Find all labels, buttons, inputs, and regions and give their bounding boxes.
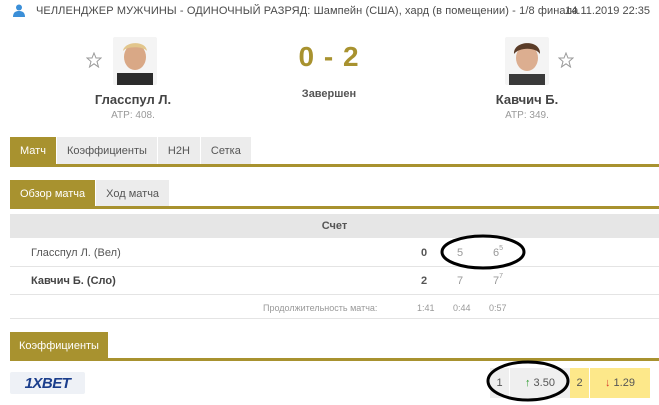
sub-tabs: Обзор матча Ход матча [10, 180, 171, 207]
match-status: Завершен [301, 88, 357, 100]
tab-h2h[interactable]: H2H [157, 137, 201, 164]
annotation-ellipse-scores [440, 234, 526, 270]
set2-score: 77 [493, 273, 504, 287]
tiebreak-score: 7 [499, 273, 504, 280]
sets-total: 2 [421, 275, 428, 287]
favorite-star-icon[interactable] [558, 52, 574, 68]
home-player-rank: ATP: 408. [111, 110, 155, 121]
table-row: Кавчич Б. (Сло) 2 7 77 [10, 267, 659, 295]
duration-label: Продолжительность матча: [263, 303, 378, 313]
set1-score: 7 [457, 275, 464, 287]
user-icon [13, 4, 25, 17]
away-odd-label: 2 [570, 368, 590, 398]
player-name[interactable]: Кавчич Б. (Сло) [31, 275, 116, 287]
home-player-avatar[interactable] [113, 37, 157, 85]
duration-total: 1:41 [417, 303, 435, 313]
annotation-ellipse-odds [486, 360, 570, 402]
away-player-avatar[interactable] [505, 37, 549, 85]
bookmaker-logo[interactable]: 1XBET [10, 372, 85, 394]
main-tabs: Матч Коэффициенты H2H Сетка [10, 137, 252, 165]
duration-set1: 0:44 [453, 303, 471, 313]
tab-odds[interactable]: Коэффициенты [56, 137, 158, 164]
tab-match-history[interactable]: Ход матча [96, 180, 171, 207]
tab-draw[interactable]: Сетка [200, 137, 252, 164]
away-player-name[interactable]: Кавчич Б. [480, 92, 574, 107]
tournament-title: ЧЕЛЛЕНДЖЕР МУЖЧИНЫ - ОДИНОЧНЫЙ РАЗРЯД: Ш… [36, 5, 579, 17]
duration-row: Продолжительность матча: 1:41 0:44 0:57 [10, 295, 659, 319]
tabs-underline [10, 164, 659, 167]
home-player-name[interactable]: Гласспул Л. [86, 92, 180, 107]
match-score: 0 - 2 [298, 41, 360, 72]
away-odd-button[interactable]: 2 ↓ 1.29 [570, 368, 650, 398]
tab-match[interactable]: Матч [10, 137, 57, 164]
subtabs-underline [10, 206, 659, 209]
table-row: Гласспул Л. (Вел) 0 5 65 [10, 239, 659, 267]
tournament-bar: ЧЕЛЛЕНДЖЕР МУЖЧИНЫ - ОДИНОЧНЫЙ РАЗРЯД: Ш… [0, 0, 659, 22]
favorite-star-icon[interactable] [86, 52, 102, 68]
tab-match-summary[interactable]: Обзор матча [10, 180, 97, 207]
duration-set2: 0:57 [489, 303, 507, 313]
away-player-rank: ATP: 349. [505, 110, 549, 121]
odds-section-tab[interactable]: Коэффициенты [10, 332, 108, 359]
arrow-down-icon: ↓ [605, 377, 611, 389]
sets-total: 0 [421, 247, 428, 259]
score-table-header: Счет [10, 214, 659, 238]
player-name[interactable]: Гласспул Л. (Вел) [31, 247, 121, 259]
away-odd-value: 1.29 [613, 377, 635, 389]
match-datetime: 14.11.2019 22:35 [565, 5, 650, 17]
